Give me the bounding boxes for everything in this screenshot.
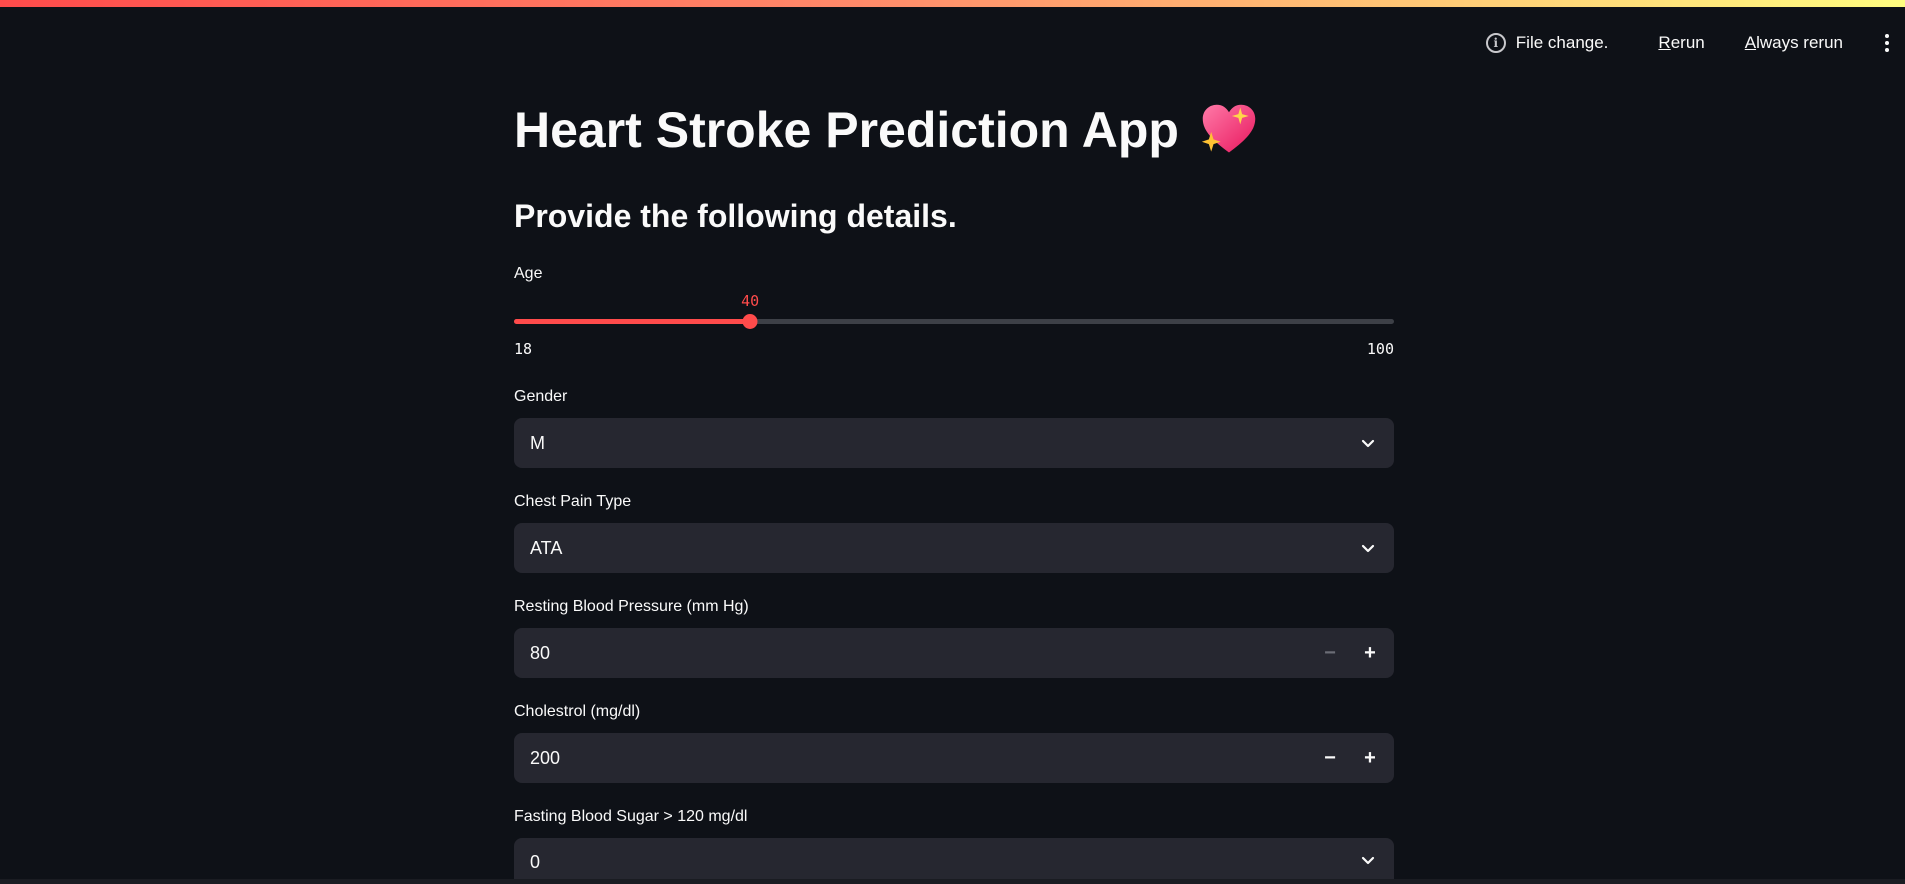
resting-bp-decrement-button[interactable]: − (1310, 628, 1350, 678)
chevron-down-icon (1361, 544, 1375, 553)
chest-pain-select[interactable]: ATA (514, 523, 1394, 573)
fasting-bs-selected-value: 0 (530, 852, 541, 872)
age-slider-value: 40 (741, 292, 760, 310)
main-menu-icon[interactable] (1881, 30, 1893, 56)
resting-bp-label: Resting Blood Pressure (mm Hg) (514, 598, 749, 615)
fasting-bs-label: Fasting Blood Sugar > 120 mg/dl (514, 808, 748, 825)
sparkling-heart-icon (1201, 104, 1256, 153)
resting-bp-number-input[interactable]: 80 − + (514, 628, 1394, 678)
gender-label: Gender (514, 388, 568, 405)
cholesterol-label: Cholestrol (mg/dl) (514, 703, 641, 720)
rerun-button[interactable]: Rerun (1658, 33, 1704, 53)
age-slider-track[interactable] (514, 314, 1394, 329)
info-icon: i (1485, 33, 1506, 53)
cholesterol-value[interactable]: 200 (514, 748, 1310, 769)
cholesterol-number-input[interactable]: 200 − + (514, 733, 1394, 783)
gender-selected-value: M (530, 432, 545, 453)
file-change-text: File change. (1515, 33, 1609, 52)
file-change-status: i File change. (1485, 33, 1609, 53)
fasting-bs-select[interactable]: 0 (514, 838, 1394, 879)
age-slider-fill (514, 319, 751, 324)
app-decoration-bar (0, 0, 1905, 7)
cholesterol-increment-button[interactable]: + (1350, 733, 1390, 783)
chest-pain-label: Chest Pain Type (514, 493, 632, 510)
gender-select[interactable]: M (514, 418, 1394, 468)
page-title: Heart Stroke Prediction App (514, 100, 1259, 160)
always-rerun-button[interactable]: Always rerun (1745, 33, 1843, 53)
age-slider-min: 18 (514, 340, 533, 358)
cholesterol-decrement-button[interactable]: − (1310, 733, 1350, 783)
page-subtitle: Provide the following details. (514, 198, 957, 234)
age-label: Age (514, 265, 543, 282)
bottom-edge (0, 879, 1905, 884)
chevron-down-icon (1361, 856, 1375, 865)
age-slider-max: 100 (1366, 340, 1394, 358)
age-slider-thumb[interactable] (742, 314, 758, 329)
chest-pain-selected-value: ATA (530, 537, 563, 558)
resting-bp-value[interactable]: 80 (514, 643, 1310, 664)
chevron-down-icon (1361, 439, 1375, 448)
resting-bp-increment-button[interactable]: + (1350, 628, 1390, 678)
app-toolbar: i File change. Rerun Always rerun (1485, 30, 1893, 56)
